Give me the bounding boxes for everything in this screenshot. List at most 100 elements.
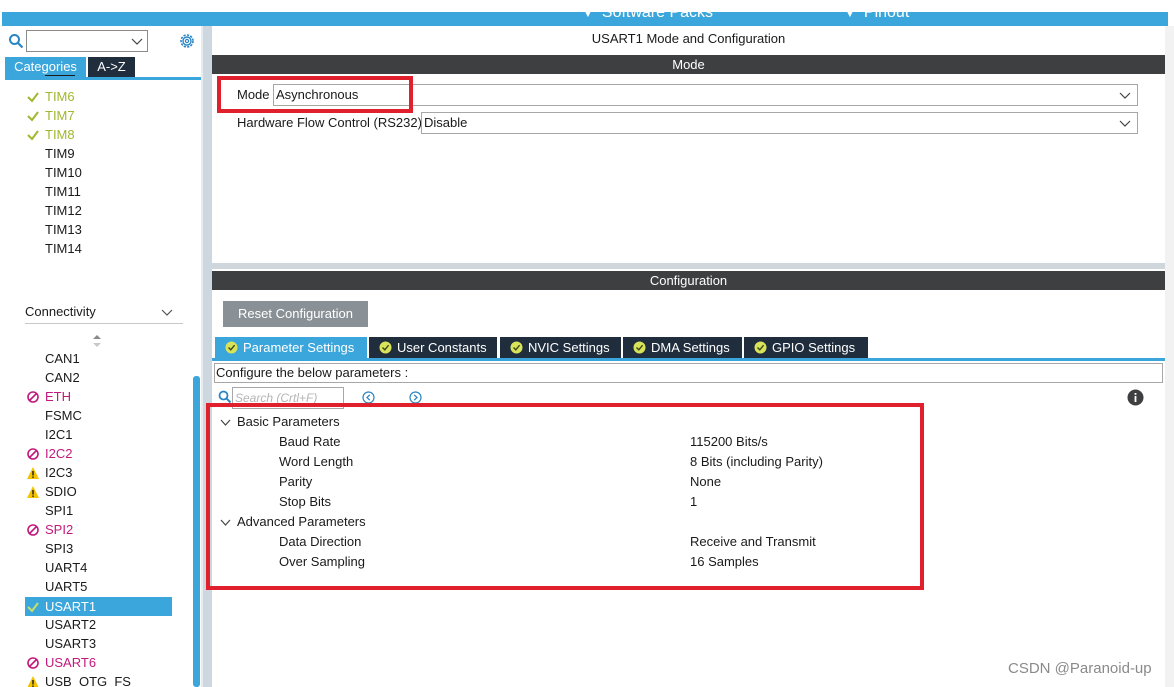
chevron-down-icon: ▼ bbox=[844, 12, 856, 20]
tab-parameter-settings[interactable]: Parameter Settings bbox=[215, 337, 367, 358]
param-name: Parity bbox=[279, 474, 313, 489]
sidebar-item-label: SDIO bbox=[45, 484, 77, 499]
group-basic-parameters[interactable]: Basic Parameters bbox=[237, 412, 340, 432]
sidebar-item-fsmc[interactable]: FSMC bbox=[25, 406, 172, 425]
tab-nvic-settings[interactable]: NVIC Settings bbox=[500, 337, 621, 358]
chevron-down-icon bbox=[161, 309, 173, 316]
sidebar-item-tim12[interactable]: TIM12 bbox=[25, 201, 172, 220]
sidebar-item-label: TIM7 bbox=[45, 108, 75, 123]
sidebar-item-i2c1[interactable]: I2C1 bbox=[25, 425, 172, 444]
prohibited-icon bbox=[27, 391, 39, 403]
sidebar-item-label: USB_OTG_FS bbox=[45, 674, 131, 687]
tab-a-z[interactable]: A->Z bbox=[88, 57, 135, 77]
category-label: Connectivity bbox=[25, 304, 96, 319]
tab-user-constants[interactable]: User Constants bbox=[369, 337, 497, 358]
sidebar-item-label: SPI3 bbox=[45, 541, 74, 556]
sidebar-search-input[interactable] bbox=[26, 30, 148, 52]
sidebar-item-tim13[interactable]: TIM13 bbox=[25, 220, 172, 239]
left-panel: Categories A->Z TIM6 TIM7 TIM8 TIM9 TIM1… bbox=[0, 26, 204, 687]
sidebar-item-tim10[interactable]: TIM10 bbox=[25, 163, 172, 182]
sidebar-item-label: I2C3 bbox=[45, 465, 73, 480]
param-value[interactable]: 16 Samples bbox=[690, 552, 759, 572]
prohibited-icon bbox=[27, 524, 39, 536]
sidebar-item-tim11[interactable]: TIM11 bbox=[25, 182, 172, 201]
info-icon[interactable] bbox=[1127, 389, 1144, 406]
category-connectivity[interactable]: Connectivity bbox=[25, 302, 183, 324]
sidebar-item-i2c2[interactable]: I2C2 bbox=[25, 444, 172, 463]
tab-dma-settings[interactable]: DMA Settings bbox=[623, 337, 742, 358]
reset-configuration-button[interactable]: Reset Configuration bbox=[223, 301, 368, 327]
sidebar-item-usb-otg-fs[interactable]: USB_OTG_FS bbox=[25, 672, 172, 687]
chevron-down-icon[interactable] bbox=[220, 517, 231, 528]
top-strip: ▼ Software Packs ▼ Pinout bbox=[0, 0, 1174, 26]
tab-label: Parameter Settings bbox=[243, 340, 355, 355]
sidebar-item-tim9[interactable]: TIM9 bbox=[25, 144, 172, 163]
flow-control-select[interactable]: Disable bbox=[421, 112, 1138, 134]
sidebar-item-eth[interactable]: ETH bbox=[25, 387, 172, 406]
sidebar-item-spi2[interactable]: SPI2 bbox=[25, 520, 172, 539]
main-scrollbar[interactable] bbox=[1165, 26, 1174, 687]
gear-icon[interactable] bbox=[178, 32, 196, 50]
param-value[interactable]: 1 bbox=[690, 492, 697, 512]
tab-pinout[interactable]: ▼ Pinout bbox=[844, 12, 909, 22]
tab-software-packs[interactable]: ▼ Software Packs bbox=[582, 12, 713, 22]
previous-icon[interactable] bbox=[362, 391, 375, 404]
sidebar-item-tim6[interactable]: TIM6 bbox=[25, 87, 172, 106]
sidebar-scrollbar[interactable] bbox=[193, 376, 200, 687]
param-name: Over Sampling bbox=[279, 554, 365, 569]
sidebar-item-label: USART2 bbox=[45, 617, 97, 632]
mode-select-value: Asynchronous bbox=[276, 87, 359, 102]
sidebar-item-tim7[interactable]: TIM7 bbox=[25, 106, 172, 125]
panel-splitter[interactable] bbox=[204, 26, 212, 687]
sidebar-item-sdio[interactable]: SDIO bbox=[25, 482, 172, 501]
sidebar-item-label: TIM10 bbox=[45, 165, 82, 180]
prohibited-icon bbox=[27, 657, 39, 669]
sidebar-item-label: TIM14 bbox=[45, 241, 82, 256]
top-tab-bar: ▼ Software Packs ▼ Pinout bbox=[2, 12, 1168, 26]
check-icon bbox=[27, 130, 39, 141]
chevron-down-icon[interactable] bbox=[220, 417, 231, 428]
warning-icon bbox=[27, 676, 39, 687]
warning-icon bbox=[27, 486, 39, 498]
sidebar-item-can2[interactable]: CAN2 bbox=[25, 368, 172, 387]
search-icon[interactable] bbox=[8, 33, 24, 49]
param-value[interactable]: Receive and Transmit bbox=[690, 532, 816, 552]
sidebar-item-tim8[interactable]: TIM8 bbox=[25, 125, 172, 144]
sidebar-item-label: I2C1 bbox=[45, 427, 73, 442]
next-icon[interactable] bbox=[409, 391, 422, 404]
sidebar-item-spi1[interactable]: SPI1 bbox=[25, 501, 172, 520]
check-circle-icon bbox=[379, 341, 392, 354]
sidebar-item-tim14[interactable]: TIM14 bbox=[25, 239, 172, 258]
sidebar-item-usart1[interactable]: USART1 bbox=[25, 597, 172, 616]
tab-label: User Constants bbox=[397, 340, 487, 355]
param-name: Data Direction bbox=[279, 534, 362, 549]
mode-header: Mode bbox=[212, 55, 1165, 74]
check-icon bbox=[27, 602, 39, 613]
parameters-description: Configure the below parameters : bbox=[214, 363, 1163, 383]
parameter-search-input[interactable]: Search (Crtl+F) bbox=[232, 387, 344, 409]
sidebar-item-i2c3[interactable]: I2C3 bbox=[25, 463, 172, 482]
flow-control-value: Disable bbox=[424, 115, 468, 130]
sidebar-item-label: TIM13 bbox=[45, 222, 82, 237]
sidebar-item-uart4[interactable]: UART4 bbox=[25, 558, 172, 577]
sidebar-item-label: ETH bbox=[45, 389, 71, 404]
param-value[interactable]: None bbox=[690, 472, 721, 492]
param-value[interactable]: 115200 Bits/s bbox=[690, 432, 768, 452]
sidebar-item-uart5[interactable]: UART5 bbox=[25, 577, 172, 596]
search-icon bbox=[218, 390, 232, 404]
tab-gpio-settings[interactable]: GPIO Settings bbox=[744, 337, 868, 358]
sidebar-item-usart6[interactable]: USART6 bbox=[25, 653, 172, 672]
sort-icon[interactable] bbox=[92, 334, 102, 348]
sidebar-item-can1[interactable]: CAN1 bbox=[25, 349, 172, 368]
prohibited-icon bbox=[27, 448, 39, 460]
sidebar-item-spi3[interactable]: SPI3 bbox=[25, 539, 172, 558]
sidebar-item-usart3[interactable]: USART3 bbox=[25, 634, 172, 653]
param-value[interactable]: 8 Bits (including Parity) bbox=[690, 452, 823, 472]
sidebar-item-usart2[interactable]: USART2 bbox=[25, 615, 172, 634]
tab-software-packs-label: Software Packs bbox=[601, 12, 714, 21]
sidebar-item-label: TIM11 bbox=[45, 184, 81, 199]
group-advanced-parameters[interactable]: Advanced Parameters bbox=[237, 512, 366, 532]
warning-icon bbox=[27, 467, 39, 479]
tab-categories[interactable]: Categories bbox=[5, 57, 86, 77]
mode-select[interactable]: Asynchronous bbox=[273, 84, 1138, 106]
